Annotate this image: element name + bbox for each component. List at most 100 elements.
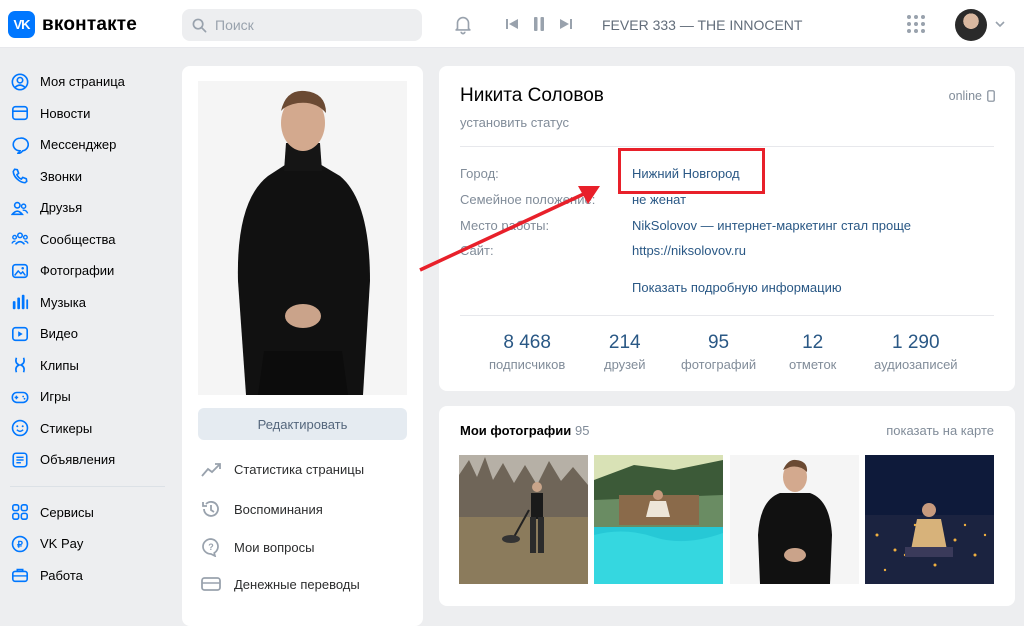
profile-name: Никита Соловов (460, 85, 604, 106)
edit-profile-button[interactable]: Редактировать (198, 408, 407, 440)
sidebar-item-label: VK Pay (40, 536, 84, 552)
smile-icon (10, 418, 30, 438)
search-icon (192, 18, 207, 32)
info-value-work[interactable]: NikSolovov — интернет-маркетинг стал про… (632, 218, 911, 233)
message-icon (10, 135, 30, 155)
communities-icon (10, 229, 30, 249)
menu-item-label: Воспоминания (234, 501, 323, 517)
menu-item-label: Мои вопросы (234, 539, 315, 555)
stats-divider (460, 315, 994, 316)
sidebar-item-clips[interactable]: Клипы (8, 350, 168, 382)
current-track[interactable]: FEVER 333 — THE INNOCENT (602, 17, 802, 33)
sidebar-item-label: Звонки (40, 168, 82, 184)
vk-logo[interactable]: VK вконтакте (8, 11, 137, 38)
online-status: online (949, 89, 995, 103)
stat-followers[interactable]: 8 468 подписчиков (489, 332, 565, 372)
menu-item-money-transfer[interactable]: Денежные переводы (200, 575, 360, 593)
apps-grid-icon[interactable] (906, 14, 926, 37)
sidebar-item-label: Музыка (40, 294, 86, 310)
sidebar-item-smile[interactable]: Стикеры (8, 413, 168, 445)
sidebar-item-label: Мессенджер (40, 137, 117, 153)
stat-audio[interactable]: 1 290 аудиозаписей (874, 332, 958, 372)
question-icon: ? (200, 537, 222, 557)
sidebar-divider (10, 485, 165, 487)
top-bar: VK вконтакте FEVER 333 — THE INNOCENT (0, 0, 1024, 48)
stat-tags[interactable]: 12 отметок (789, 332, 836, 372)
info-label-city: Город: (460, 166, 499, 181)
money-transfer-icon (200, 575, 222, 593)
photo-thumbnail[interactable] (730, 455, 859, 584)
vkpay-icon: ₽ (10, 534, 30, 554)
menu-item-memories[interactable]: Воспоминания (200, 499, 323, 519)
stat-label: друзей (604, 357, 646, 372)
sidebar-item-phone[interactable]: Звонки (8, 161, 168, 193)
sidebar-item-user-circle[interactable]: Моя страница (8, 66, 168, 98)
sidebar-item-news[interactable]: Новости (8, 98, 168, 130)
user-circle-icon (10, 72, 30, 92)
friends-icon (10, 198, 30, 218)
menu-item-stats[interactable]: Статистика страницы (200, 460, 364, 478)
notifications-bell-icon[interactable] (452, 13, 474, 38)
search-input[interactable] (215, 17, 405, 33)
news-icon (10, 103, 30, 123)
show-on-map-link[interactable]: показать на карте (886, 423, 994, 438)
stat-photos[interactable]: 95 фотографий (681, 332, 756, 372)
photo-thumbnail[interactable] (459, 455, 588, 584)
info-value-relationship[interactable]: не женат (632, 192, 686, 207)
photo-thumbnail[interactable] (865, 455, 994, 584)
svg-text:₽: ₽ (17, 539, 23, 549)
photo-thumbnail[interactable] (594, 455, 723, 584)
pause-icon[interactable] (532, 16, 546, 32)
photos-title[interactable]: Мои фотографии (460, 423, 571, 438)
stat-label: подписчиков (489, 357, 566, 372)
gamepad-icon (10, 387, 30, 407)
sidebar-item-label: Видео (40, 326, 78, 342)
sidebar-item-label: Новости (40, 105, 91, 121)
sidebar: Моя страница Новости Мессенджер Звонки Друзь… (8, 66, 168, 591)
stats-icon (200, 460, 222, 478)
sidebar-item-vkpay[interactable]: ₽ VK Pay (8, 528, 168, 560)
chevron-down-icon[interactable] (995, 20, 1005, 28)
stat-friends[interactable]: 214 друзей (604, 332, 645, 372)
show-more-info-link[interactable]: Показать подробную информацию (632, 280, 842, 295)
ads-icon (10, 450, 30, 470)
search-box[interactable] (182, 9, 422, 41)
sidebar-item-label: Игры (40, 389, 71, 405)
profile-photo[interactable] (198, 81, 407, 395)
sidebar-item-label: Друзья (40, 200, 83, 216)
stat-number: 12 (802, 332, 824, 353)
stat-number: 8 468 (503, 332, 551, 353)
next-track-icon[interactable] (559, 17, 573, 31)
sidebar-item-briefcase[interactable]: Работа (8, 560, 168, 592)
info-divider (460, 146, 994, 147)
set-status-link[interactable]: установить статус (460, 115, 569, 130)
music-icon (10, 292, 30, 312)
sidebar-item-ads[interactable]: Объявления (8, 444, 168, 476)
video-icon (10, 324, 30, 344)
sidebar-item-photo[interactable]: Фотографии (8, 255, 168, 287)
previous-track-icon[interactable] (505, 17, 519, 31)
mobile-icon (987, 90, 995, 102)
sidebar-item-message[interactable]: Мессенджер (8, 129, 168, 161)
photos-card: Мои фотографии 95 показать на карте (439, 406, 1015, 606)
sidebar-item-label: Работа (40, 567, 83, 583)
online-text: online (948, 89, 982, 103)
sidebar-item-label: Фотографии (40, 263, 115, 279)
sidebar-item-services[interactable]: Сервисы (8, 497, 168, 529)
sidebar-item-friends[interactable]: Друзья (8, 192, 168, 224)
memories-icon (200, 499, 222, 519)
menu-item-question[interactable]: ? Мои вопросы (200, 537, 314, 557)
sidebar-item-video[interactable]: Видео (8, 318, 168, 350)
info-value-site[interactable]: https://niksolovov.ru (632, 243, 746, 258)
stat-number: 214 (608, 332, 641, 353)
info-label-relationship: Семейное положение: (460, 192, 596, 207)
sidebar-item-label: Клипы (40, 357, 79, 373)
sidebar-item-label: Моя страница (40, 74, 125, 90)
info-label-work: Место работы: (460, 218, 550, 233)
user-avatar[interactable] (955, 9, 987, 41)
menu-item-label: Статистика страницы (234, 461, 365, 477)
sidebar-item-music[interactable]: Музыка (8, 287, 168, 319)
sidebar-item-communities[interactable]: Сообщества (8, 224, 168, 256)
sidebar-item-gamepad[interactable]: Игры (8, 381, 168, 413)
logo-text: вконтакте (42, 13, 138, 35)
